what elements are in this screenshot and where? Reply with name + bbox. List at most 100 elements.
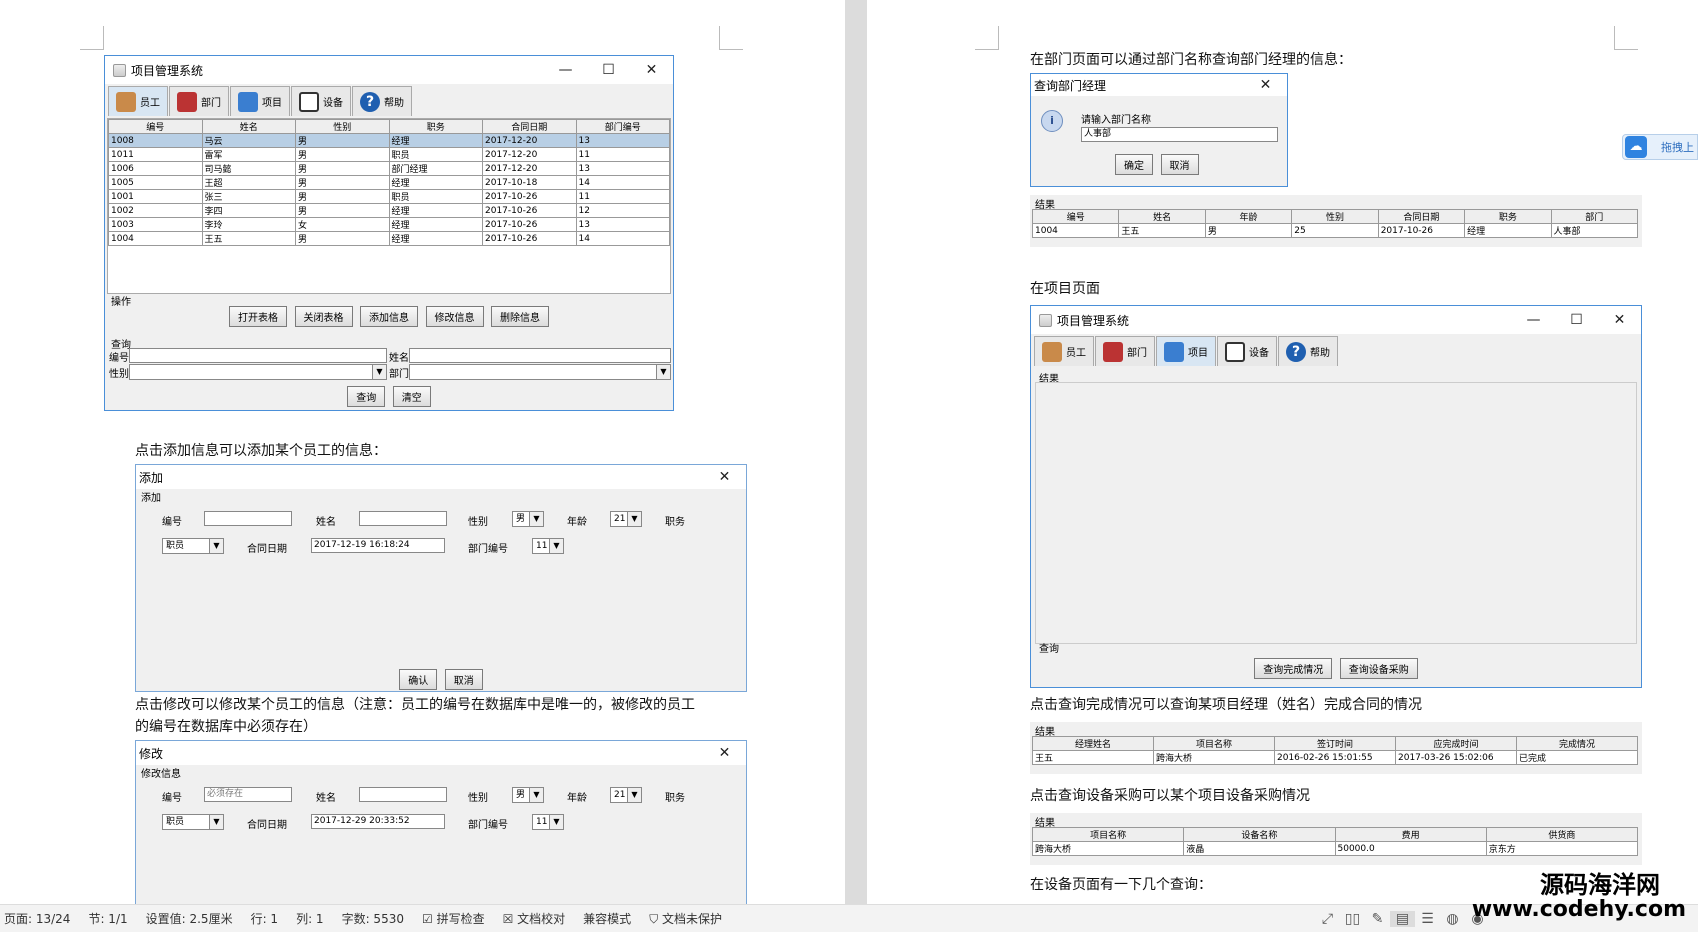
column-header[interactable]: 姓名 xyxy=(1118,209,1206,224)
column-header[interactable]: 年龄 xyxy=(1204,209,1293,224)
read-mode-icon[interactable]: ▯▯ xyxy=(1340,911,1365,927)
column-header[interactable]: 完成情况 xyxy=(1516,736,1638,751)
web-view-icon[interactable]: ◍ xyxy=(1440,911,1465,927)
tab-employee[interactable]: 员工 xyxy=(108,86,168,116)
gender-select[interactable]: ▼ xyxy=(129,364,387,380)
outline-view-icon[interactable]: ☰ xyxy=(1415,911,1440,927)
minimize-icon[interactable]: — xyxy=(544,62,587,78)
query-equipment-button[interactable]: 查询设备采购 xyxy=(1339,658,1418,679)
completion-result-table[interactable]: 经理姓名 项目名称 签订时间 应完成时间 完成情况 王五 跨海大桥 2016-02-26 15… xyxy=(1032,736,1638,765)
column-header[interactable]: 部门 xyxy=(1550,209,1639,224)
job-select[interactable]: 职员 ▼ xyxy=(162,538,224,554)
fullscreen-icon[interactable]: ⤢ xyxy=(1315,911,1340,927)
column-header[interactable]: 姓名 xyxy=(201,119,296,134)
table-row[interactable]: 1003 李玲女经理 2017-10-26 13 xyxy=(108,217,670,232)
maximize-icon[interactable]: ☐ xyxy=(587,62,630,78)
proofread-button[interactable]: ☒ 文档校对 xyxy=(503,910,566,927)
close-icon[interactable]: ✕ xyxy=(630,62,673,78)
query-button[interactable]: 查询 xyxy=(347,386,386,407)
dept-no-label: 部门编号 xyxy=(468,544,508,555)
name-input[interactable] xyxy=(359,511,447,526)
column-header[interactable]: 合同日期 xyxy=(1377,209,1466,224)
equipment-result-table[interactable]: 项目名称 设备名称 费用 供货商 跨海大桥 液晶 50000.0 京东方 xyxy=(1031,827,1639,856)
page-indicator[interactable]: 页面: 13/24 xyxy=(4,910,70,927)
close-icon[interactable]: ✕ xyxy=(703,745,746,761)
age-select[interactable]: 21 ▼ xyxy=(610,511,642,527)
column-header[interactable]: 项目名称 xyxy=(1031,827,1185,842)
open-table-button[interactable]: 打开表格 xyxy=(229,306,287,327)
cancel-button[interactable]: 取消 xyxy=(444,669,483,690)
close-icon[interactable]: ✕ xyxy=(1244,77,1287,93)
clear-button[interactable]: 清空 xyxy=(392,386,431,407)
gender-select[interactable]: 男 ▼ xyxy=(512,787,544,803)
column-header[interactable]: 费用 xyxy=(1334,827,1487,842)
job-select[interactable]: 职员 ▼ xyxy=(162,814,224,830)
tab-department[interactable]: 部门 xyxy=(169,86,229,116)
table-row[interactable]: 1004 王五男经理 2017-10-26 14 xyxy=(108,231,670,246)
maximize-icon[interactable]: ☐ xyxy=(1555,312,1598,328)
tab-project[interactable]: 项目 xyxy=(1156,336,1216,366)
table-row[interactable]: 1002 李四男经理 2017-10-26 12 xyxy=(108,203,670,218)
table-cell: 25 xyxy=(1291,223,1379,238)
column-header[interactable]: 性别 xyxy=(1291,209,1379,224)
date-input[interactable]: 2017-12-29 20:33:52 xyxy=(311,814,445,829)
column-header[interactable]: 合同日期 xyxy=(482,119,577,134)
dept-select[interactable]: ▼ xyxy=(409,364,671,380)
tab-project[interactable]: 项目 xyxy=(230,86,290,116)
table-row[interactable]: 1005 王超男经理 2017-10-18 14 xyxy=(108,175,670,190)
column-header[interactable]: 经理姓名 xyxy=(1032,736,1154,751)
id-input[interactable] xyxy=(204,511,292,526)
delete-info-button[interactable]: 删除信息 xyxy=(491,306,549,327)
column-header[interactable]: 性别 xyxy=(295,119,390,134)
tab-equipment[interactable]: 设备 xyxy=(1217,336,1277,366)
query-completion-button[interactable]: 查询完成情况 xyxy=(1254,658,1333,679)
tab-help[interactable]: ? 帮助 xyxy=(352,86,412,116)
page-view-icon[interactable]: ▤ xyxy=(1390,911,1415,927)
id-input[interactable] xyxy=(129,348,387,363)
spell-check-button[interactable]: ☑ 拼写检查 xyxy=(422,910,485,927)
date-value: 2017-12-29 20:33:52 xyxy=(314,816,410,826)
table-row[interactable]: 1008 马云男经理 2017-12-20 13 xyxy=(108,133,670,148)
dept-result-table[interactable]: 编号 姓名 年龄 性别 合同日期 职务 部门 1004 王五男 25 2017-10-26 经理 人事部 xyxy=(1031,209,1639,238)
dept-no-select[interactable]: 11 ▼ xyxy=(532,814,564,830)
column-header[interactable]: 应完成时间 xyxy=(1395,736,1517,751)
column-header[interactable]: 供货商 xyxy=(1485,827,1639,842)
side-float-button[interactable]: ☁ 拖拽上 xyxy=(1622,134,1698,160)
tab-equipment[interactable]: 设备 xyxy=(291,86,351,116)
column-header[interactable]: 编号 xyxy=(1031,209,1120,224)
minimize-icon[interactable]: — xyxy=(1512,312,1555,328)
close-table-button[interactable]: 关闭表格 xyxy=(294,306,353,327)
close-icon[interactable]: ✕ xyxy=(1598,312,1641,328)
column-header[interactable]: 签订时间 xyxy=(1274,736,1396,751)
column-header[interactable]: 部门编号 xyxy=(575,119,670,134)
edit-icon[interactable]: ✎ xyxy=(1365,911,1390,927)
dept-name-input[interactable]: 人事部 xyxy=(1081,127,1278,142)
age-select[interactable]: 21 ▼ xyxy=(610,787,642,803)
table-row[interactable]: 1011 雷军男职员 2017-12-20 11 xyxy=(108,147,670,162)
word-count[interactable]: 字数: 5530 xyxy=(342,910,404,927)
close-icon[interactable]: ✕ xyxy=(703,469,746,485)
date-input[interactable]: 2017-12-19 16:18:24 xyxy=(311,538,445,553)
add-info-button[interactable]: 添加信息 xyxy=(360,306,418,327)
cancel-button[interactable]: 取消 xyxy=(1160,154,1199,175)
column-header[interactable]: 编号 xyxy=(108,119,203,134)
protect-button[interactable]: ⛉ 文档未保护 xyxy=(649,910,722,927)
name-input[interactable] xyxy=(409,348,671,363)
edit-info-button[interactable]: 修改信息 xyxy=(425,306,484,327)
id-input[interactable]: 必须存在 xyxy=(204,787,292,802)
confirm-button[interactable]: 确认 xyxy=(399,669,438,690)
dept-no-select[interactable]: 11 ▼ xyxy=(532,538,564,554)
tab-help[interactable]: ? 帮助 xyxy=(1278,336,1338,366)
ok-button[interactable]: 确定 xyxy=(1115,154,1153,175)
name-input[interactable] xyxy=(359,787,447,802)
column-header[interactable]: 项目名称 xyxy=(1153,736,1275,751)
table-row[interactable]: 1006 司马懿男部门经理 2017-12-20 13 xyxy=(108,161,670,176)
column-header[interactable]: 职务 xyxy=(388,119,483,134)
tab-employee[interactable]: 员工 xyxy=(1034,336,1094,366)
employee-table[interactable]: 编号 姓名 性别 职务 合同日期 部门编号 1008 马云男经理 2017-12-20 13 101… xyxy=(107,118,671,294)
column-header[interactable]: 设备名称 xyxy=(1183,827,1336,842)
tab-department[interactable]: 部门 xyxy=(1095,336,1155,366)
gender-select[interactable]: 男 ▼ xyxy=(512,511,544,527)
column-header[interactable]: 职务 xyxy=(1464,209,1552,224)
table-row[interactable]: 1001 张三男职员 2017-10-26 11 xyxy=(108,189,670,204)
